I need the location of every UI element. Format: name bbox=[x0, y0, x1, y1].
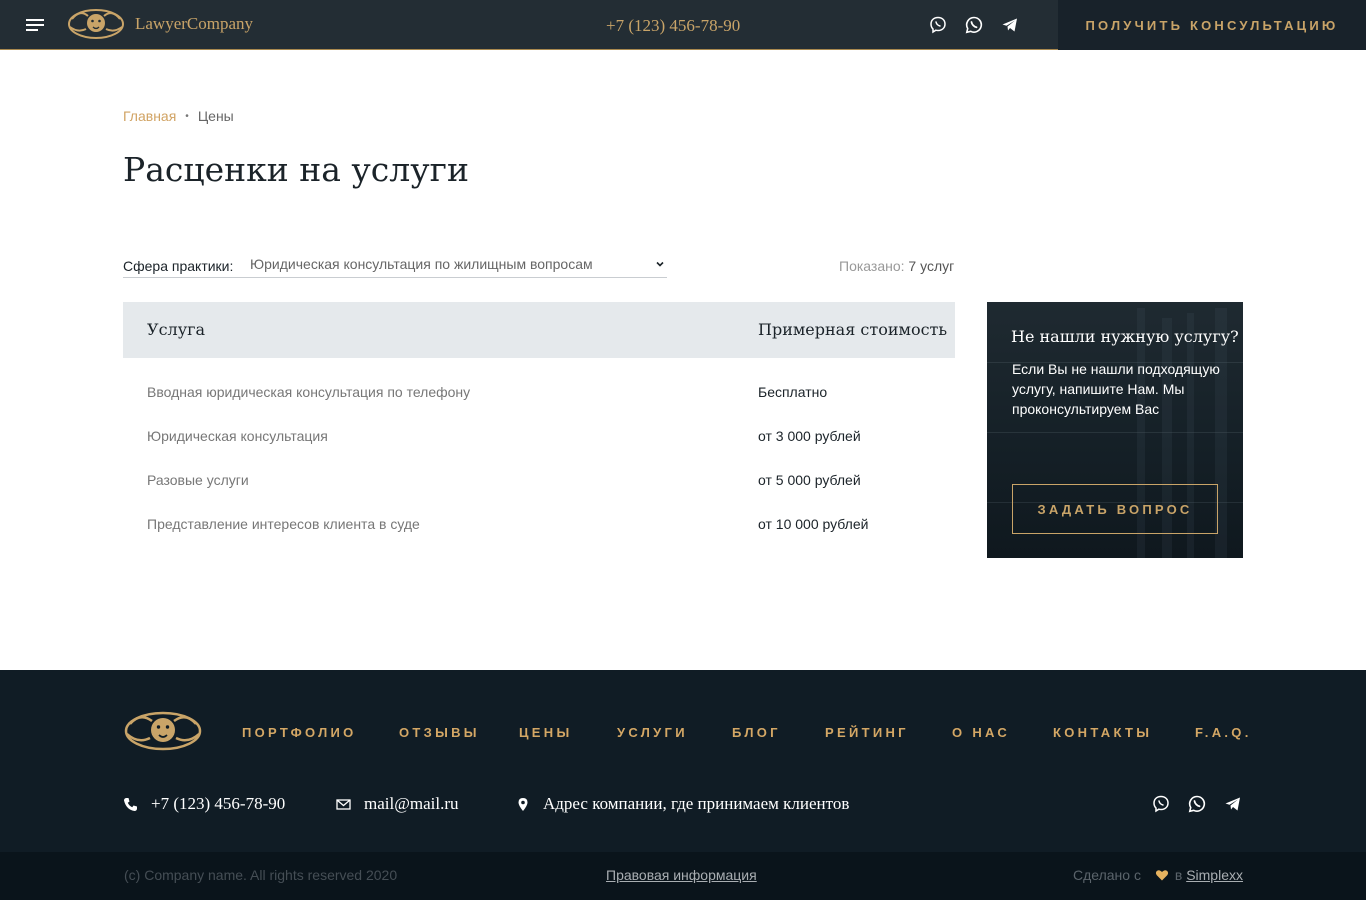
footer-nav-rating[interactable]: РЕЙТИНГ bbox=[825, 725, 909, 740]
table-row: Юридическая консультация от 3 000 рублей bbox=[123, 428, 955, 472]
breadcrumb-current: Цены bbox=[197, 108, 234, 124]
footer-nav-faq[interactable]: F.A.Q. bbox=[1195, 725, 1252, 740]
footer-nav-portfolio[interactable]: ПОРТФОЛИО bbox=[242, 725, 357, 740]
logo-text[interactable]: LawyerCompany bbox=[135, 14, 253, 34]
table-row: Вводная юридическая консультация по теле… bbox=[123, 384, 955, 428]
made-with-in: в bbox=[1174, 867, 1183, 883]
footer-nav-services[interactable]: УСЛУГИ bbox=[617, 725, 688, 740]
breadcrumb: Главная • Цены bbox=[123, 108, 234, 124]
results-count-label: Показано: bbox=[839, 258, 905, 274]
service-name: Представление интересов клиента в суде bbox=[147, 516, 420, 532]
lion-logo-icon[interactable] bbox=[66, 7, 126, 46]
page-title: Расценки на услуги bbox=[123, 150, 469, 189]
mail-icon bbox=[336, 797, 351, 817]
heart-icon bbox=[1155, 868, 1169, 882]
footer-email[interactable]: mail@mail.ru bbox=[364, 794, 459, 814]
footer-nav-prices[interactable]: ЦЕНЫ bbox=[519, 725, 572, 740]
card-title: Не нашли нужную услугу? bbox=[1011, 327, 1239, 346]
made-with-prefix: Сделано с bbox=[1073, 867, 1141, 883]
ask-question-button[interactable]: ЗАДАТЬ ВОПРОС bbox=[1012, 484, 1218, 534]
phone-icon bbox=[123, 797, 138, 817]
service-price: от 10 000 рублей bbox=[758, 516, 869, 532]
service-price: от 3 000 рублей bbox=[758, 428, 861, 444]
chevron-down-icon bbox=[655, 256, 665, 272]
breadcrumb-separator: • bbox=[185, 110, 189, 122]
footer-address: Адрес компании, где принимаем клиентов bbox=[543, 794, 850, 813]
practice-area-selected-value: Юридическая консультация по жилищным воп… bbox=[250, 256, 593, 272]
copyright: (c) Company name. All rights reserved 20… bbox=[124, 867, 398, 883]
service-price: от 5 000 рублей bbox=[758, 472, 861, 488]
footer-nav-blog[interactable]: БЛОГ bbox=[732, 725, 781, 740]
footer-nav-about[interactable]: О НАС bbox=[952, 725, 1010, 740]
simplexx-link[interactable]: Simplexx bbox=[1186, 867, 1243, 883]
footer-nav-reviews[interactable]: ОТЗЫВЫ bbox=[399, 725, 480, 740]
telegram-icon[interactable] bbox=[1001, 16, 1019, 34]
filter-divider bbox=[123, 277, 250, 278]
practice-area-select[interactable]: Юридическая консультация по жилищным воп… bbox=[250, 256, 667, 278]
lion-logo-icon[interactable] bbox=[122, 710, 204, 757]
table-row: Разовые услуги от 5 000 рублей bbox=[123, 472, 955, 516]
column-header-service: Услуга bbox=[147, 320, 206, 339]
ask-question-card: Не нашли нужную услугу? Если Вы не нашли… bbox=[987, 302, 1243, 558]
footer-phone[interactable]: +7 (123) 456-78-90 bbox=[151, 794, 285, 814]
site-footer: ПОРТФОЛИО ОТЗЫВЫ ЦЕНЫ УСЛУГИ БЛОГ РЕЙТИН… bbox=[0, 670, 1366, 852]
service-name: Юридическая консультация bbox=[147, 428, 328, 444]
get-consultation-button[interactable]: ПОЛУЧИТЬ КОНСУЛЬТАЦИЮ bbox=[1058, 0, 1366, 50]
viber-icon[interactable] bbox=[1152, 795, 1170, 813]
whatsapp-icon[interactable] bbox=[965, 16, 983, 34]
whatsapp-icon[interactable] bbox=[1188, 795, 1206, 813]
telegram-icon[interactable] bbox=[1224, 795, 1242, 813]
card-background-shelf bbox=[987, 432, 1243, 433]
service-name: Вводная юридическая консультация по теле… bbox=[147, 384, 471, 400]
footer-nav-contacts[interactable]: КОНТАКТЫ bbox=[1053, 725, 1152, 740]
results-count-value: 7 услуг bbox=[908, 258, 955, 274]
results-count: Показано: 7 услуг bbox=[839, 258, 954, 274]
viber-icon[interactable] bbox=[929, 16, 947, 34]
card-text: Если Вы не нашли подходящую услугу, напи… bbox=[1012, 361, 1220, 417]
service-price: Бесплатно bbox=[758, 384, 828, 400]
filter-label: Сфера практики: bbox=[123, 258, 234, 274]
table-row: Представление интересов клиента в суде о… bbox=[123, 516, 955, 560]
made-with-credit: Сделано с в Simplexx bbox=[1073, 867, 1243, 883]
legal-info-link[interactable]: Правовая информация bbox=[606, 867, 757, 883]
header-phone[interactable]: +7 (123) 456-78-90 bbox=[606, 16, 740, 36]
price-table-header: Услуга Примерная стоимость bbox=[123, 302, 955, 358]
column-header-price: Примерная стоимость bbox=[758, 320, 948, 339]
site-header: LawyerCompany +7 (123) 456-78-90 ПОЛУЧИТ… bbox=[0, 0, 1366, 50]
footer-bottom-bar: (c) Company name. All rights reserved 20… bbox=[0, 852, 1366, 900]
location-pin-icon bbox=[517, 797, 529, 817]
service-name: Разовые услуги bbox=[147, 472, 249, 488]
breadcrumb-home-link[interactable]: Главная bbox=[123, 108, 176, 124]
menu-icon[interactable] bbox=[26, 17, 46, 33]
